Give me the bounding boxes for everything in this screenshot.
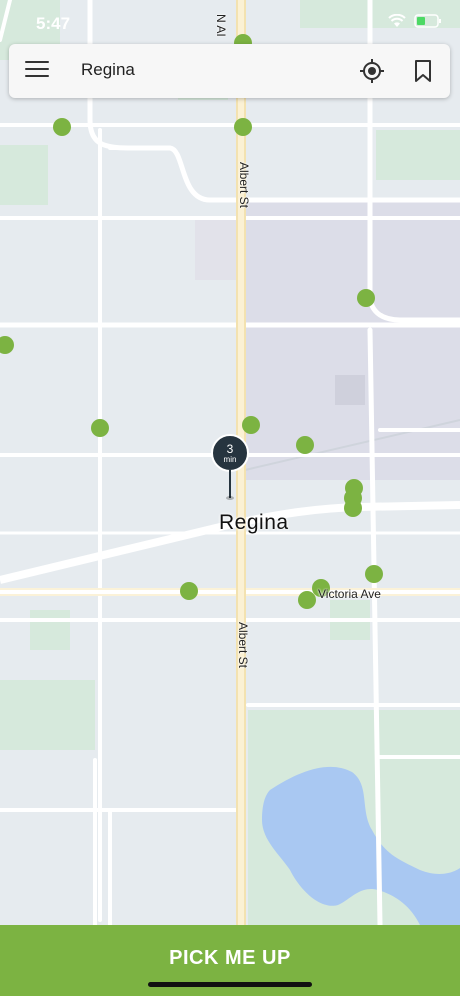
status-icons xyxy=(388,14,442,28)
battery-icon xyxy=(414,14,441,28)
pin-shadow xyxy=(226,496,234,500)
hamburger-menu-icon[interactable] xyxy=(25,61,49,81)
street-label-victoria: Victoria Ave xyxy=(318,587,381,601)
pin-eta-unit: min xyxy=(223,455,237,464)
street-label-albert-north: Albert St xyxy=(237,162,251,209)
search-field[interactable]: Regina xyxy=(81,60,135,80)
status-bar: 5:47 xyxy=(0,0,460,44)
pin-stick xyxy=(229,470,231,498)
home-indicator xyxy=(148,982,312,987)
pin-eta-badge: 3 min xyxy=(211,434,249,472)
pin-eta-minutes: 3 xyxy=(226,442,234,456)
my-location-icon[interactable] xyxy=(360,59,384,83)
status-time: 5:47 xyxy=(36,14,71,33)
city-label: Regina xyxy=(219,511,289,534)
pickup-pin[interactable]: 3 min xyxy=(211,434,249,504)
wifi-icon xyxy=(388,14,406,27)
bookmark-icon[interactable] xyxy=(414,59,432,83)
search-bar: Regina xyxy=(9,44,450,98)
street-label-albert-south: Albert St xyxy=(236,622,250,669)
